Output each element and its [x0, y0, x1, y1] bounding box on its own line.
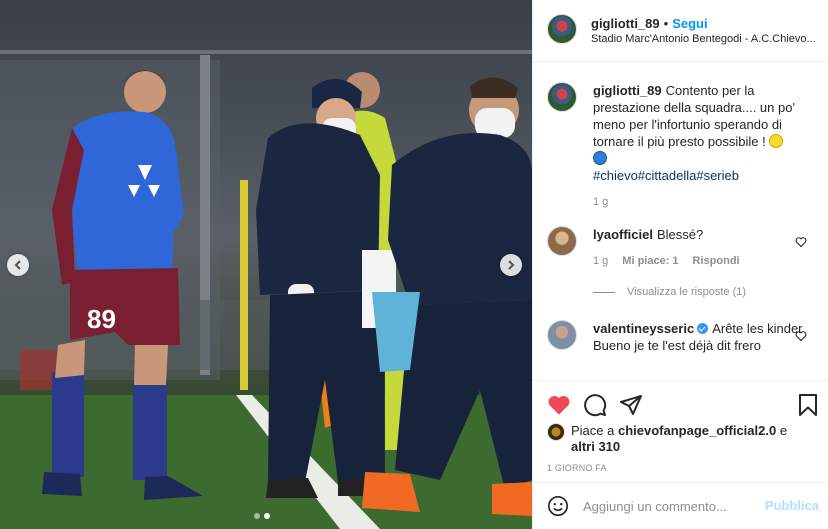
caption-time[interactable]: 1 g [593, 194, 608, 211]
liker-username[interactable]: chievofanpage_official2.0 [618, 423, 776, 438]
add-comment-bar: Pubblica [533, 482, 828, 529]
caption-avatar[interactable] [547, 82, 577, 112]
heart-filled-icon[interactable] [547, 393, 571, 417]
likes-prefix: Piace a [571, 423, 618, 438]
jersey-number: 89 [87, 304, 116, 334]
bookmark-icon[interactable] [797, 393, 819, 417]
follow-button[interactable]: Segui [672, 16, 707, 31]
comment-body: valentineysseric Arête les kinder Bueno j… [593, 320, 805, 354]
post-author-username[interactable]: gigliotti_89 [591, 16, 660, 31]
next-photo-button[interactable] [500, 254, 522, 276]
chevron-right-icon [508, 260, 515, 270]
comment-icon[interactable] [583, 393, 607, 417]
comment-time[interactable]: 1 g [593, 253, 608, 270]
liker-avatar[interactable] [547, 423, 565, 441]
likes-text: Piace a chievofanpage_official2.0 e altr… [571, 423, 787, 455]
post-header: gigliotti_89 • Segui Stadio Marc'Antonio B… [533, 0, 828, 62]
heart-outline-icon[interactable] [795, 330, 807, 342]
comment-meta: 1 g Mi piace: 1 Rispondi [593, 253, 805, 270]
post-location[interactable]: Stadio Marc'Antonio Bentegodi - A.C.Chie… [591, 33, 821, 45]
carousel-dot [254, 513, 260, 519]
comment-input[interactable] [583, 493, 758, 519]
heart-outline-icon[interactable] [795, 236, 807, 248]
carousel-indicator [254, 513, 270, 519]
likes-middle: e [776, 423, 788, 438]
previous-photo-button[interactable] [7, 254, 29, 276]
comment-text: Blessé? [656, 227, 704, 242]
comment-avatar[interactable] [547, 320, 577, 350]
post-author-line: gigliotti_89 • Segui [591, 16, 708, 31]
caption-body: gigliotti_89 Contento per la prestazione … [593, 82, 805, 211]
author-avatar[interactable] [547, 14, 577, 44]
replies-line [593, 291, 615, 293]
verified-badge-icon [697, 323, 709, 334]
post-sidebar: gigliotti_89 • Segui Stadio Marc'Antonio B… [532, 0, 828, 529]
comment-username[interactable]: valentineysseric [593, 321, 694, 336]
reply-button[interactable]: Rispondi [693, 253, 740, 270]
view-replies-label: Visualizza le risposte (1) [627, 286, 747, 298]
comment-avatar[interactable] [547, 226, 577, 256]
caption-meta: 1 g [593, 194, 805, 211]
comment-body: lyaofficiel Blessé? 1 g Mi piace: 1 Rispo… [593, 226, 805, 270]
carousel-dot-active [264, 513, 270, 519]
separator-dot: • [663, 16, 669, 31]
post-actions: Piace a chievofanpage_official2.0 e altr… [533, 380, 828, 482]
blue-circle-emoji-icon [593, 151, 607, 165]
post-photo[interactable]: 89 [0, 0, 532, 529]
smile-icon[interactable] [547, 495, 569, 517]
share-icon[interactable] [619, 393, 643, 417]
caption-hashtags[interactable]: #chievo#cittadella#serieb [593, 168, 739, 183]
likes-summary: Piace a chievofanpage_official2.0 e altr… [547, 423, 817, 455]
view-replies-button[interactable]: Visualizza le risposte (1) [593, 286, 746, 298]
publish-button[interactable]: Pubblica [765, 498, 819, 513]
photo-illustration: 89 [0, 50, 532, 529]
caption-username[interactable]: gigliotti_89 [593, 83, 662, 98]
post-date[interactable]: 1 GIORNO FA [547, 463, 607, 473]
likes-others[interactable]: altri 310 [571, 439, 620, 454]
comments-list[interactable]: gigliotti_89 Contento per la prestazione … [533, 62, 828, 380]
comment-username[interactable]: lyaofficiel [593, 227, 653, 242]
yellow-circle-emoji-icon [769, 134, 784, 148]
chevron-left-icon [14, 260, 21, 270]
comment-likes[interactable]: Mi piace: 1 [622, 253, 678, 270]
